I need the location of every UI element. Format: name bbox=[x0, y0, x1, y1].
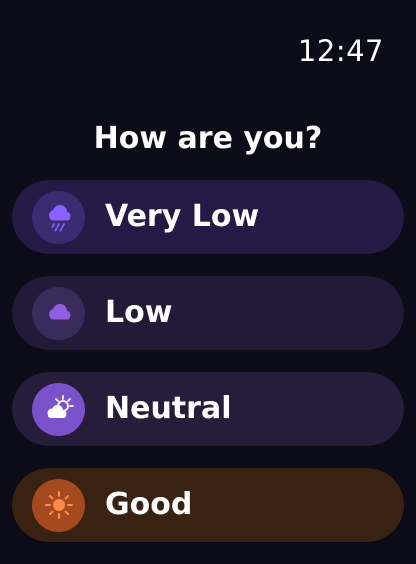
mood-option-neutral[interactable]: Neutral bbox=[12, 372, 404, 446]
sun-icon bbox=[32, 478, 85, 532]
mood-option-good[interactable]: Good bbox=[12, 468, 404, 542]
mood-option-label: Neutral bbox=[105, 391, 232, 426]
mood-option-very-low[interactable]: Very Low bbox=[12, 180, 404, 254]
mood-option-label: Good bbox=[105, 487, 193, 522]
mood-option-label: Low bbox=[105, 295, 173, 330]
clock-time: 12:47 bbox=[297, 34, 384, 68]
rain-cloud-icon bbox=[32, 190, 85, 244]
mood-option-label: Very Low bbox=[105, 199, 260, 234]
mood-options-list: Very Low Low Neutral Good bbox=[12, 180, 404, 564]
mood-prompt-title: How are you? bbox=[93, 121, 323, 156]
cloud-icon bbox=[32, 286, 85, 340]
sun-behind-cloud-icon bbox=[32, 382, 85, 436]
mood-option-low[interactable]: Low bbox=[12, 276, 404, 350]
